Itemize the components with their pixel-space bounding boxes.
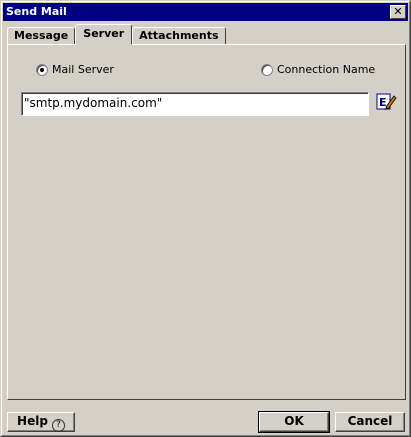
title-bar: Send Mail ✕ [3,3,408,21]
edit-expression-icon[interactable]: E [376,92,398,112]
tab-message[interactable]: Message [7,27,76,45]
cancel-button[interactable]: Cancel [335,412,405,432]
connection-name-option[interactable]: Connection Name [261,63,375,76]
mail-server-radio[interactable] [36,63,48,76]
svg-text:E: E [379,96,387,109]
button-bar: Help? OK Cancel [1,406,410,436]
help-button[interactable]: Help? [7,412,75,432]
mail-server-field[interactable]: "smtp.mydomain.com" [21,92,369,116]
tab-strip: Message Server Attachments [7,24,227,45]
mail-server-label: Mail Server [52,63,114,76]
window-title: Send Mail [6,5,67,18]
server-panel: Mail Server Connection Name "smtp.mydoma… [7,44,406,400]
connection-name-radio[interactable] [261,63,273,76]
help-icon: ? [51,419,65,432]
mail-server-option[interactable]: Mail Server [36,63,114,76]
ok-button[interactable]: OK [258,411,330,433]
help-label: Help [17,414,48,428]
tab-attachments[interactable]: Attachments [132,27,226,45]
tab-server[interactable]: Server [75,24,133,45]
connection-name-label: Connection Name [277,63,376,76]
close-icon[interactable]: ✕ [390,5,406,19]
send-mail-dialog: Send Mail ✕ Message Server Attachments M… [0,0,411,437]
